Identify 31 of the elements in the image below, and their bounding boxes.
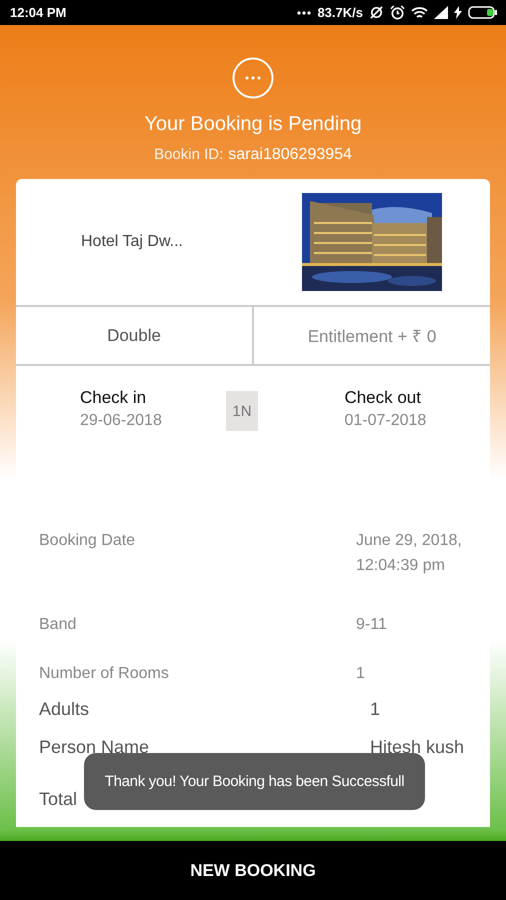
hotel-name: Hotel Taj Dw... — [81, 233, 184, 252]
check-out-label: Check out — [344, 388, 422, 408]
booking-id: sarai1806293954 — [228, 146, 352, 164]
detail-label: Total — [39, 789, 78, 810]
wifi-icon — [411, 6, 428, 20]
signal-icon — [434, 6, 448, 20]
room-type: Double — [106, 324, 162, 347]
booking-id-label: Bookin ID: — [154, 146, 224, 164]
toast-message: Thank you! Your Booking has been Successfull — [84, 753, 425, 810]
detail-label: Adults — [39, 699, 90, 720]
more-icon — [297, 10, 312, 15]
detail-value: 1 — [369, 699, 382, 720]
status-time: 12:04 PM — [10, 5, 66, 20]
booking-status-title: Your Booking is Pending — [144, 113, 362, 136]
detail-value: June 29, 2018, 12:04:39 pm — [356, 531, 463, 576]
detail-value: 9-11 — [356, 615, 388, 636]
nights-badge: 1N — [226, 391, 258, 432]
check-in-label: Check in — [80, 388, 148, 408]
detail-label: Booking Date — [39, 531, 136, 552]
battery-icon — [468, 6, 498, 20]
pending-icon — [232, 57, 274, 100]
detail-label: Number of Rooms — [39, 664, 170, 684]
alarm-icon — [390, 5, 405, 20]
sync-off-icon — [369, 5, 384, 20]
charging-icon — [454, 6, 462, 20]
network-speed: 83.7K/s — [317, 5, 363, 20]
detail-label: Band — [39, 615, 78, 636]
check-in-date: 29-06-2018 — [80, 412, 163, 430]
detail-value: 1 — [356, 664, 366, 684]
check-out-date: 01-07-2018 — [344, 412, 428, 430]
entitlement-amount: Entitlement + ₹ 0 — [252, 307, 490, 364]
